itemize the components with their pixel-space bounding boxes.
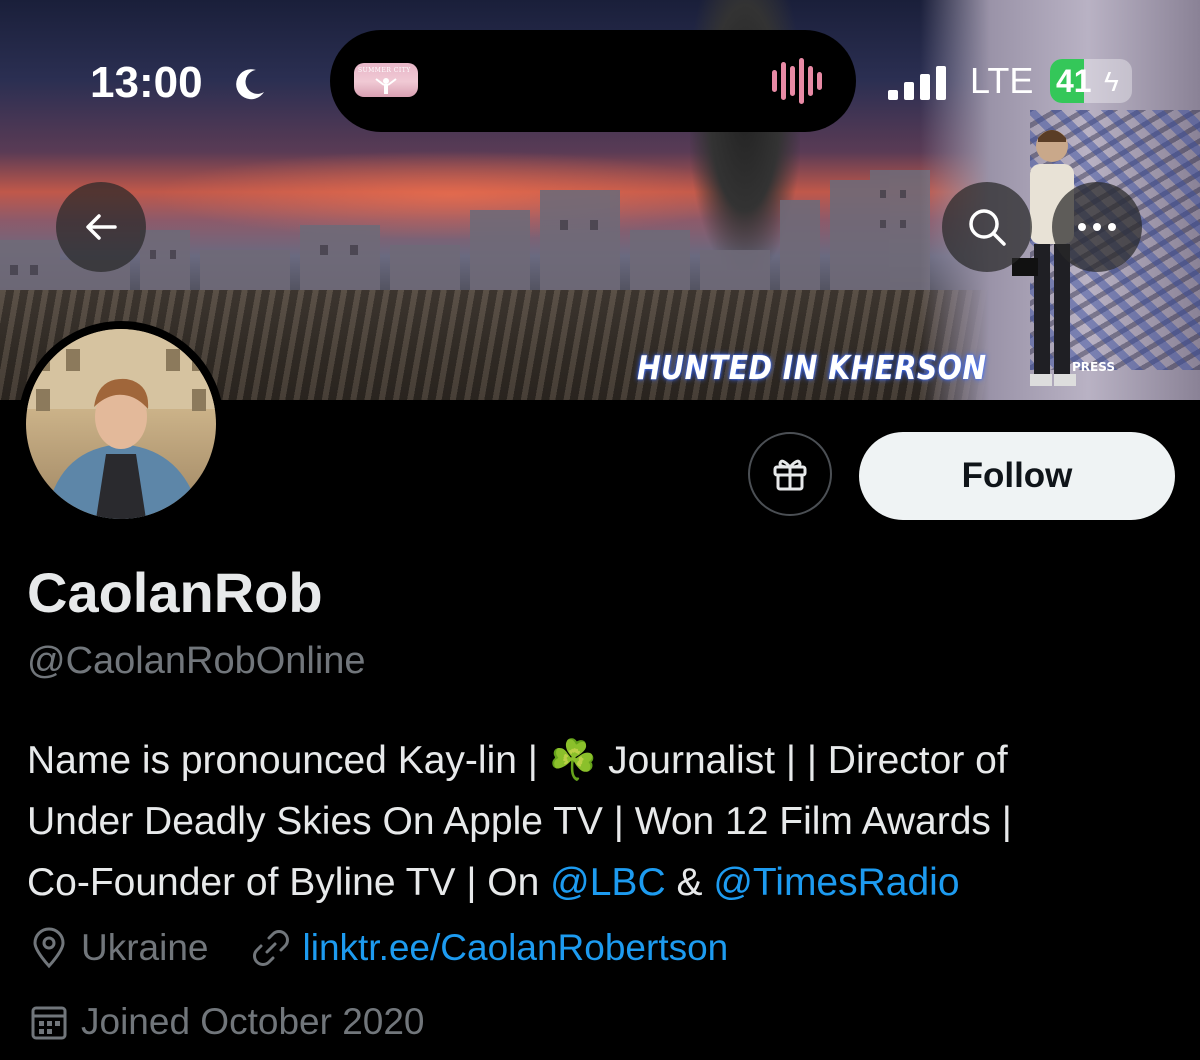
display-name: CaolanRob [27,561,323,624]
follow-button[interactable]: Follow [859,432,1175,520]
subscribe-gift-button[interactable] [748,432,832,516]
search-icon [969,209,1006,246]
mention-timesradio-link[interactable]: @TimesRadio [713,861,959,904]
profile-bio: Name is pronounced Kay-lin | ☘️ Journali… [27,730,1177,913]
bio-ampersand: & [665,861,714,904]
banner-headline: HUNTED IN KHERSON [637,348,987,387]
location-pin-icon [33,927,65,969]
status-time: 13:00 [90,58,203,107]
search-button[interactable] [942,182,1032,272]
now-playing-artwork: SUMMER CITY [354,63,418,97]
avatar[interactable] [18,321,224,527]
avatar-image [26,329,216,519]
network-type: LTE [970,60,1034,101]
arrow-left-icon [86,214,117,240]
more-options-button[interactable] [1052,182,1142,272]
cellular-signal-icon [888,66,946,100]
profile-meta-row: Ukraine linktr.ee/CaolanRobertson [27,926,728,970]
charging-bolt-icon: ϟ [1104,66,1119,97]
profile-website-link[interactable]: linktr.ee/CaolanRobertson [303,927,729,969]
back-button[interactable] [56,182,146,272]
audio-waveform-icon [772,58,822,104]
gift-icon [773,459,807,491]
more-horizontal-icon [1078,223,1116,231]
bio-line-3-text: Co-Founder of Byline TV | On [27,861,551,904]
mention-lbc-link[interactable]: @LBC [550,861,665,904]
avatar-portrait [26,329,216,519]
artwork-figure [375,78,397,94]
profile-joined-row: Joined October 2020 [27,1000,425,1044]
profile-location: Ukraine [81,927,209,968]
banner-press-label: PRESS [1072,360,1115,374]
calendar-icon [31,1006,67,1040]
battery-percent: 41 [1056,63,1092,99]
profile-joined-date: Joined October 2020 [81,1001,425,1042]
bio-line-2: Under Deadly Skies On Apple TV | Won 12 … [27,800,1012,843]
link-icon [252,930,289,966]
battery-indicator: 41 ϟ [1050,59,1132,103]
bio-line-3: Co-Founder of Byline TV | On @LBC & @Tim… [27,852,1177,913]
moon-icon [236,69,264,100]
bio-line-1: Name is pronounced Kay-lin | ☘️ Journali… [27,739,1008,782]
user-handle: @CaolanRobOnline [27,640,366,682]
dynamic-island[interactable]: SUMMER CITY [330,30,856,132]
